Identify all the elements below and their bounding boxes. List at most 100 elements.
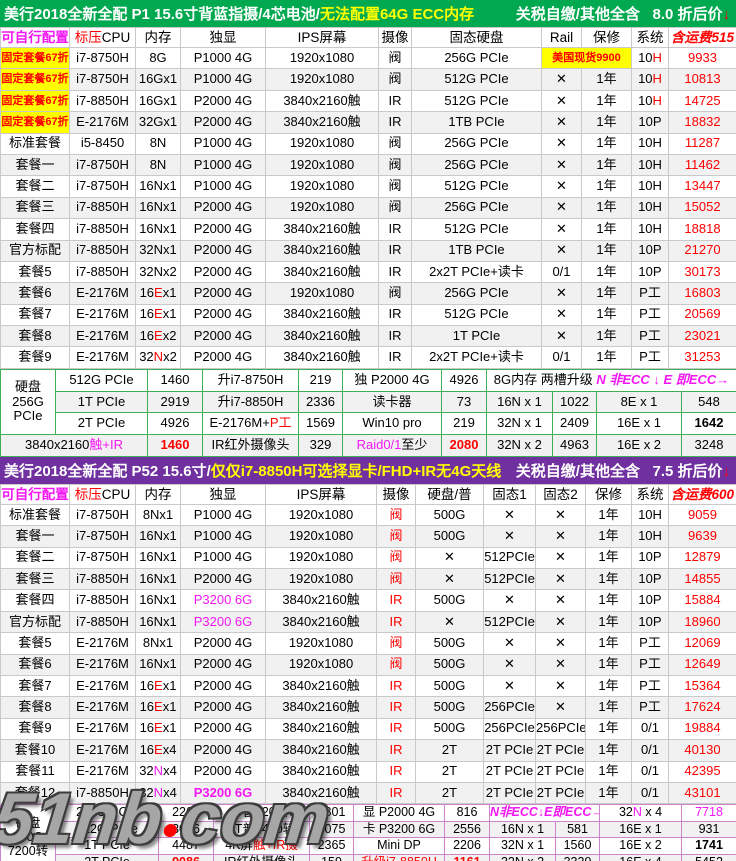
- cell: 32Nx4: [136, 761, 181, 782]
- cell: 0/1: [632, 782, 669, 803]
- column-header: 标压CPU: [70, 484, 136, 504]
- cell: ✕: [536, 547, 586, 568]
- cell: i7-8750H: [70, 176, 136, 197]
- cell: 1年: [582, 240, 632, 261]
- row-label: 套餐7: [1, 675, 70, 696]
- cell: 10H: [632, 133, 669, 154]
- row-label: 套餐9: [1, 347, 70, 368]
- cell: 17624: [669, 697, 736, 718]
- cell: 2x2T PCIe+读卡: [412, 347, 542, 368]
- cell: 32Nx1: [136, 240, 181, 261]
- cell: 16Gx1: [136, 90, 181, 111]
- cell: i7-8850H: [70, 261, 136, 282]
- cell: 2T PCIe: [484, 782, 536, 803]
- cell: P2000 4G: [181, 197, 266, 218]
- table-row: 固定套餐67折i7-8750H16Gx1P1000 4G1920x1080阀51…: [1, 69, 736, 90]
- cell: 16N x 1: [487, 391, 553, 413]
- cell: 4926: [442, 369, 487, 391]
- cell: 11287: [669, 133, 736, 154]
- cell: 1920x1080: [266, 69, 379, 90]
- cell: 10H: [632, 69, 669, 90]
- column-header: IPS屏幕: [266, 28, 379, 48]
- cell: 10P: [632, 240, 669, 261]
- cell: 0/1: [542, 261, 582, 282]
- p52-title-left: 美行2018全新全配 P52 15.6寸/仅仅i7-8850H可选择显卡/FHD…: [4, 460, 501, 481]
- cell: 10H: [632, 176, 669, 197]
- cell: E-2176M: [70, 112, 136, 133]
- cell: P2000 4G: [181, 740, 266, 761]
- cell: 阀: [379, 48, 412, 69]
- cell: 30173: [669, 261, 736, 282]
- table-row: 套餐9E-2176M32Nx2P2000 4G3840x2160触IR2x2T …: [1, 347, 736, 368]
- cell: 阀: [379, 283, 412, 304]
- row-label: 固定套餐67折: [1, 48, 70, 69]
- cell: P1000 4G: [181, 504, 266, 525]
- cell: 3840x2160触: [266, 304, 379, 325]
- cell: P工: [632, 347, 669, 368]
- title-segment: ↓: [723, 6, 731, 23]
- cell: 1920x1080: [266, 176, 379, 197]
- cell: 10H: [632, 197, 669, 218]
- cell: 3840x2160触: [266, 611, 377, 632]
- cell: i7-8750H: [70, 504, 136, 525]
- cell: E-2176M: [70, 697, 136, 718]
- cell: 43101: [669, 782, 736, 803]
- cell: 1年: [582, 347, 632, 368]
- cell: 931: [682, 821, 736, 838]
- cell: 1569: [299, 413, 343, 435]
- cell: 3840x2160触: [266, 240, 379, 261]
- cell: 2T: [416, 740, 484, 761]
- table-row: 1T PCIe44874K屏触+IR摄2365Mini DP220632N x …: [1, 838, 736, 855]
- cell: 10H: [632, 154, 669, 175]
- cell: P工: [632, 675, 669, 696]
- cell: 2409: [553, 413, 597, 435]
- cell: 16Ex1: [136, 283, 181, 304]
- cell: 升级i7-8850H: [354, 854, 445, 861]
- cell: 16Ex1: [136, 697, 181, 718]
- cell: i7-8850H: [70, 569, 136, 590]
- cell: ✕: [542, 90, 582, 111]
- column-header: 含运费515: [669, 28, 736, 48]
- title-segment: 无法配置64G ECC内存: [320, 6, 474, 23]
- table-row: 硬盘500G7200转256G PCIe22611T普7200转1801显 P2…: [1, 805, 736, 822]
- cell: i7-8750H: [70, 69, 136, 90]
- cell: 1年: [582, 304, 632, 325]
- cell: 1TB PCIe: [412, 240, 542, 261]
- cell: ✕: [536, 697, 586, 718]
- cell: P1000 4G: [181, 48, 266, 69]
- cell: 512G PCIe: [412, 90, 542, 111]
- table-row: 套餐三i7-8850H16Nx1P2000 4G1920x1080阀✕512PC…: [1, 569, 736, 590]
- table-row: 套餐5i7-8850H32Nx2P2000 4G3840x2160触IR2x2T…: [1, 261, 736, 282]
- row-label: 硬盘256GPCIe: [1, 369, 56, 434]
- cell: 16E x 1: [597, 413, 682, 435]
- cell: 阀: [377, 547, 416, 568]
- table-row: 套餐12i7-8850H32Nx4P3200 6G3840x2160触IR2T2…: [1, 782, 736, 803]
- column-header: 内存: [136, 28, 181, 48]
- table-row: 套餐9E-2176M16Ex1P2000 4G3840x2160触IR500G2…: [1, 718, 736, 739]
- cell: 1年: [586, 569, 632, 590]
- p52-upgrade-options-table: 硬盘500G7200转256G PCIe22611T普7200转1801显 P2…: [0, 804, 736, 861]
- cell: 16Nx1: [136, 654, 181, 675]
- cell: 1年: [582, 90, 632, 111]
- cell: 0/1: [632, 740, 669, 761]
- cell: 10P: [632, 112, 669, 133]
- table-row: 套餐7E-2176M16Ex1P2000 4G3840x2160触IR500G✕…: [1, 675, 736, 696]
- cell: IR: [379, 240, 412, 261]
- column-header: 系统: [632, 28, 669, 48]
- row-label: 套餐12: [1, 782, 70, 803]
- cell: 1TB PCIe: [412, 112, 542, 133]
- row-label: 官方标配: [1, 240, 70, 261]
- cell: P3200 6G: [181, 590, 266, 611]
- row-label: 套餐四: [1, 590, 70, 611]
- cell: P工: [632, 697, 669, 718]
- row-label: 套餐8: [1, 326, 70, 347]
- cell: IR: [377, 761, 416, 782]
- title-segment: ↓: [723, 463, 731, 480]
- cell: 16E x 1: [600, 821, 682, 838]
- cell: 9933: [669, 48, 736, 69]
- table-row: 固定套餐67折E-2176M32Gx1P2000 4G3840x2160触IR1…: [1, 112, 736, 133]
- cell: 10H: [632, 504, 669, 525]
- table-row: 套餐二i7-8750H16Nx1P1000 4G1920x1080阀✕512PC…: [1, 547, 736, 568]
- cell: 2556: [445, 821, 490, 838]
- cell: P1000 4G: [181, 526, 266, 547]
